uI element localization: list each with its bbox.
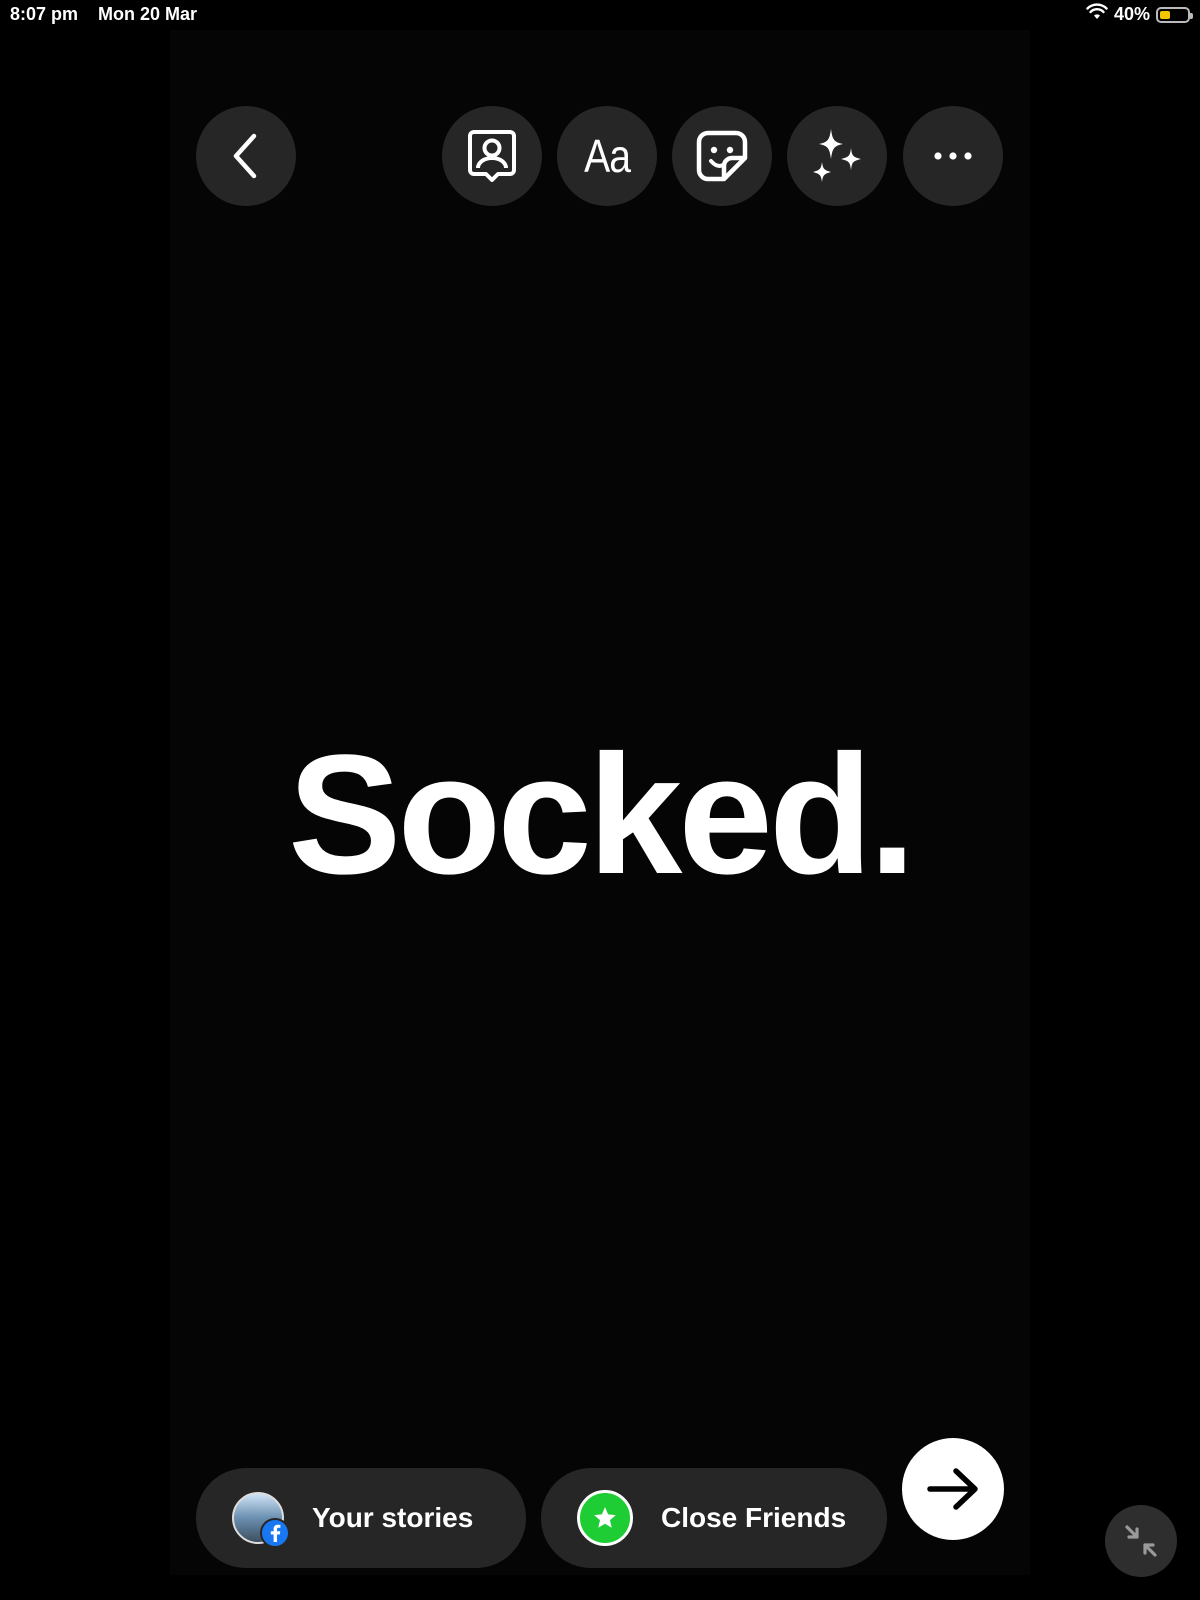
your-stories-label: Your stories [312,1502,474,1533]
minimize-button[interactable] [1105,1505,1177,1577]
star-icon [594,1507,616,1528]
story-editor-screen: 8:07 pm Mon 20 Mar 40% Aa Socked. Your s… [0,0,1200,1600]
battery-percent: 40% [1113,4,1150,24]
battery-icon [1156,6,1193,23]
chevron-left-icon [233,133,257,179]
status-indicators: 40% [1086,3,1193,26]
minimize-arrows-icon [1125,1525,1157,1557]
facebook-icon [260,1518,290,1548]
sticker-icon [696,130,748,182]
sticker-button[interactable] [672,106,772,206]
status-time: 8:07 pm [10,4,79,24]
close-friends-label: Close Friends [661,1502,847,1533]
back-button[interactable] [196,106,296,206]
status-bar: 8:07 pm Mon 20 Mar 40% [0,0,1200,30]
tag-people-icon [468,130,516,182]
close-friends-button[interactable]: Close Friends [541,1468,887,1568]
your-stories-button[interactable]: Your stories [196,1468,526,1568]
sparkles-icon [813,129,861,182]
story-text[interactable]: Socked. [170,730,1030,900]
arrow-right-icon [927,1468,978,1510]
tag-people-button[interactable] [442,106,542,206]
next-button[interactable] [902,1438,1004,1540]
avatar [232,1492,290,1548]
text-tool-button[interactable]: Aa [557,106,657,206]
story-canvas[interactable]: Aa Socked. Your stories Close Friends [170,30,1030,1575]
battery-level [1160,10,1170,19]
status-date: Mon 20 Mar [98,4,198,24]
close-friends-badge [577,1490,633,1546]
more-horizontal-icon [934,152,972,160]
wifi-icon [1086,3,1108,26]
text-tool-label: Aa [583,130,631,182]
effects-button[interactable] [787,106,887,206]
more-button[interactable] [903,106,1003,206]
